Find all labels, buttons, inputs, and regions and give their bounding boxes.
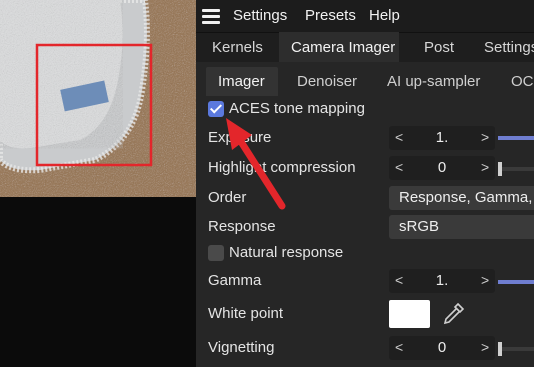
response-value: sRGB [399, 218, 440, 235]
chevron-right-icon[interactable]: > [481, 159, 489, 175]
aces-checkbox[interactable] [208, 101, 224, 117]
response-label: Response [208, 218, 276, 235]
vignetting-label: Vignetting [208, 339, 275, 356]
tab-imager[interactable]: Imager [218, 73, 265, 90]
order-label: Order [208, 189, 247, 206]
response-dropdown[interactable]: sRGB [389, 215, 534, 239]
menu-presets[interactable]: Presets [305, 7, 356, 24]
gamma-slider-fill [498, 280, 534, 284]
white-point-label: White point [208, 305, 284, 322]
tab-denoiser[interactable]: Denoiser [297, 73, 357, 90]
natural-response-checkbox[interactable] [208, 245, 224, 261]
menu-settings[interactable]: Settings [233, 7, 287, 24]
exposure-stepper[interactable]: < 1. > [389, 126, 495, 150]
hamburger-icon[interactable] [202, 9, 220, 24]
vignetting-value: 0 [437, 339, 447, 356]
natural-response-label: Natural response [229, 244, 344, 261]
chevron-right-icon[interactable]: > [481, 339, 489, 355]
tab-settings[interactable]: Settings [484, 39, 534, 56]
highlight-compression-value: 0 [437, 159, 447, 176]
tab-post[interactable]: Post [424, 39, 454, 56]
render-viewport[interactable] [0, 0, 196, 197]
highlight-compression-slider-track[interactable] [498, 167, 534, 171]
tab-camera-imager[interactable]: Camera Imager [291, 39, 395, 56]
tab-kernels[interactable]: Kernels [212, 39, 263, 56]
tab-oci[interactable]: OCI [511, 73, 534, 90]
white-point-swatch[interactable] [389, 300, 430, 328]
menu-help[interactable]: Help [369, 7, 400, 24]
viewport-empty-area [0, 197, 196, 367]
settings-panel: Settings Presets Help Kernels Camera Ima… [196, 0, 534, 367]
order-value: Response, Gamma, L [399, 189, 534, 206]
highlight-compression-stepper[interactable]: < 0 > [389, 156, 495, 180]
gamma-value: 1. [435, 272, 449, 289]
chevron-right-icon[interactable]: > [481, 272, 489, 288]
aces-label: ACES tone mapping [229, 100, 365, 117]
exposure-label: Exposure [208, 129, 272, 146]
vignetting-slider-knob[interactable] [498, 342, 502, 356]
tab-ai-upsampler[interactable]: AI up-sampler [387, 73, 480, 90]
render-preview-image [0, 0, 196, 197]
chevron-right-icon[interactable]: > [481, 129, 489, 145]
gamma-stepper[interactable]: < 1. > [389, 269, 495, 293]
exposure-slider-fill [498, 136, 534, 140]
menubar: Settings Presets Help [196, 0, 534, 32]
highlight-compression-slider-knob[interactable] [498, 162, 502, 176]
vignetting-slider-track[interactable] [498, 347, 534, 351]
order-dropdown[interactable]: Response, Gamma, L [389, 186, 534, 210]
exposure-value: 1. [435, 129, 449, 146]
eyedropper-icon[interactable] [439, 300, 467, 328]
vignetting-stepper[interactable]: < 0 > [389, 336, 495, 360]
highlight-compression-label: Highlight compression [208, 159, 356, 176]
gamma-label: Gamma [208, 272, 262, 289]
